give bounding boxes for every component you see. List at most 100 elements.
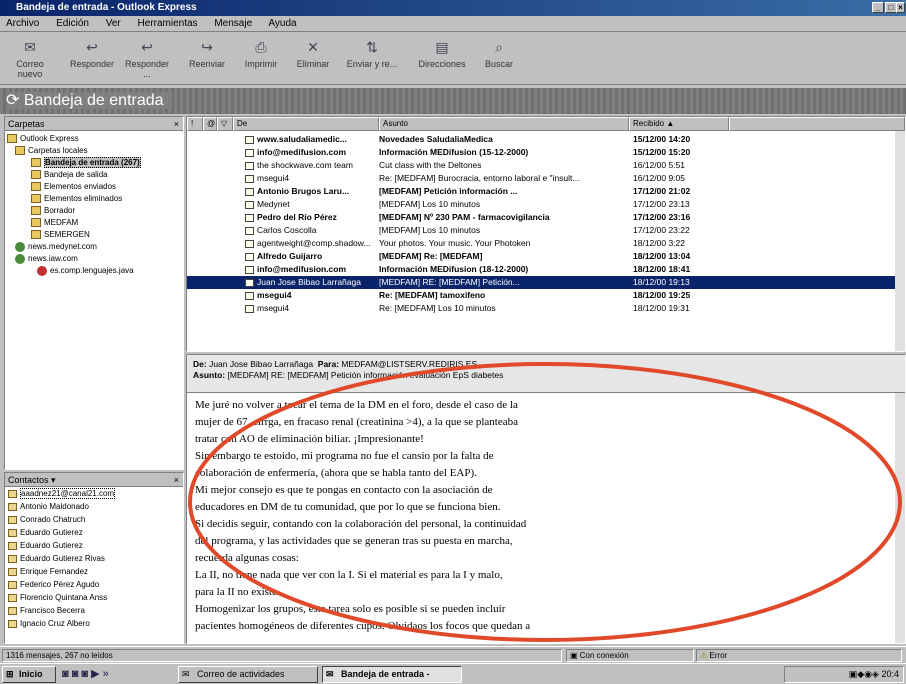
- forward-button[interactable]: ↪ Reenviar: [184, 35, 230, 81]
- column-subject[interactable]: Asunto: [379, 117, 629, 131]
- contact-item[interactable]: aaadnez21@canal21.com: [5, 487, 183, 500]
- message-row[interactable]: agentweight@comp.shadow... Your photos. Y…: [187, 237, 905, 250]
- windows-logo-icon: ⊞: [6, 669, 14, 679]
- menu-ayuda[interactable]: Ayuda: [268, 18, 296, 29]
- message-row[interactable]: msegui4 Re: [MEDFAM] tamoxifeno 18/12/00 1…: [187, 289, 905, 302]
- folder-item[interactable]: es.comp.lenguajes.java: [5, 265, 183, 277]
- forward-icon: ↪: [201, 39, 213, 55]
- system-tray: ▣◆◉◈ 20:4: [784, 666, 904, 683]
- folder-item[interactable]: Outlook Express: [5, 133, 183, 145]
- message-row[interactable]: the shockwave.com team Cut class with the…: [187, 159, 905, 172]
- contact-item[interactable]: Florencio Quintana Anss: [5, 591, 183, 604]
- message-list: ! @ ▽ De Asunto Recibido ▲ www.saludalia…: [186, 116, 906, 352]
- envelope-icon: [245, 174, 254, 183]
- contact-item[interactable]: Francisco Becerra: [5, 604, 183, 617]
- folder-item[interactable]: news.medynet.com: [5, 241, 183, 253]
- flag-column[interactable]: ▽: [217, 117, 233, 131]
- message-from: Medynet: [245, 198, 373, 211]
- start-button[interactable]: ⊞ Inicio: [2, 666, 56, 683]
- folder-item[interactable]: Borrador: [5, 205, 183, 217]
- message-from: info@medifusion.com: [245, 263, 373, 276]
- folder-item[interactable]: Bandeja de salida: [5, 169, 183, 181]
- message-row[interactable]: msegui4 Re: [MEDFAM] Los 10 minutos 18/12/…: [187, 302, 905, 315]
- task-bandeja[interactable]: ✉ Bandeja de entrada -: [322, 666, 462, 683]
- contact-card-icon: [8, 580, 17, 589]
- message-date: 15/12/00 15:20: [633, 147, 691, 157]
- status-connection: ▣ Con conexión: [566, 649, 694, 662]
- menu-edicion[interactable]: Edición: [56, 18, 89, 29]
- message-row[interactable]: www.saludaliamedic... Novedades Saludalia…: [187, 133, 905, 146]
- close-icon[interactable]: ×: [174, 473, 179, 487]
- envelope-icon: [245, 291, 254, 300]
- message-list-scrollbar[interactable]: [895, 131, 905, 351]
- message-from: msegui4: [245, 302, 373, 315]
- contact-item[interactable]: Ignacio Cruz Albero: [5, 617, 183, 630]
- message-row[interactable]: Antonio Brugos Laru... [MEDFAM] Petición …: [187, 185, 905, 198]
- folder-item[interactable]: Elementos enviados: [5, 181, 183, 193]
- message-date: 18/12/00 13:04: [633, 251, 691, 261]
- menu-ver[interactable]: Ver: [106, 18, 121, 29]
- message-from: Carlos Coscolla: [245, 224, 373, 237]
- delete-button[interactable]: ✕ Eliminar: [290, 35, 336, 81]
- contact-item[interactable]: Enrique Fernandez: [5, 565, 183, 578]
- contact-item[interactable]: Eduardo Gutierez: [5, 539, 183, 552]
- folder-item[interactable]: Elementos eliminados: [5, 193, 183, 205]
- menu-archivo[interactable]: Archivo: [6, 18, 39, 29]
- message-row[interactable]: msegui4 Re: [MEDFAM] Burocracia, entorno …: [187, 172, 905, 185]
- folder-item[interactable]: MEDFAM: [5, 217, 183, 229]
- address-book-button[interactable]: ▤ Direcciones: [414, 35, 470, 81]
- task-correo[interactable]: ✉ Correo de actividades: [178, 666, 318, 683]
- status-error[interactable]: ⚠ Error: [696, 649, 902, 662]
- message-row[interactable]: Juan Jose Bibao Larrañaga [MEDFAM] RE: [M…: [187, 276, 905, 289]
- message-date: 17/12/00 23:22: [633, 225, 690, 235]
- send-receive-button[interactable]: ⇅ Enviar y re...: [342, 35, 402, 81]
- message-subject: Información MEDifusion (15-12-2000): [379, 147, 529, 157]
- column-from[interactable]: De: [233, 117, 379, 131]
- folder-item[interactable]: Carpetas locales: [5, 145, 183, 157]
- contact-item[interactable]: Antonio Maldonado: [5, 500, 183, 513]
- reply-all-button[interactable]: ↩ Responder ...: [120, 35, 174, 81]
- outbox-icon: [31, 170, 41, 180]
- column-received[interactable]: Recibido ▲: [629, 117, 729, 131]
- message-row[interactable]: Medynet [MEDFAM] Los 10 minutos 17/12/00 2…: [187, 198, 905, 211]
- find-button[interactable]: ⌕ Buscar: [476, 35, 522, 81]
- message-row[interactable]: info@medifusion.com Información MEDifusio…: [187, 263, 905, 276]
- message-row[interactable]: Alfredo Guijarro [MEDFAM] Re: [MEDFAM] 18/…: [187, 250, 905, 263]
- folder-item[interactable]: SEMERGEN: [5, 229, 183, 241]
- contact-card-icon: [8, 619, 17, 628]
- contacts-pane-header[interactable]: Contactos ▾ ×: [5, 473, 183, 487]
- close-icon[interactable]: ×: [174, 117, 179, 131]
- attachment-column[interactable]: @: [203, 117, 217, 131]
- quick-launch[interactable]: ◙ ◙ ◙ ▶ »: [62, 667, 172, 682]
- new-mail-button[interactable]: ✉ Correo nuevo: [4, 35, 56, 81]
- envelope-icon: [245, 148, 254, 157]
- message-from: info@medifusion.com: [245, 146, 373, 159]
- print-button[interactable]: ⎙ Imprimir: [238, 35, 284, 81]
- menu-mensaje[interactable]: Mensaje: [214, 18, 252, 29]
- outlook-icon: ✉: [326, 669, 334, 679]
- minimize-button[interactable]: _: [872, 2, 884, 13]
- message-date: 18/12/00 19:13: [633, 277, 690, 287]
- message-row[interactable]: info@medifusion.com Información MEDifusio…: [187, 146, 905, 159]
- message-row[interactable]: Carlos Coscolla [MEDFAM] Los 10 minutos 17…: [187, 224, 905, 237]
- contact-item[interactable]: Eduardo Gutierez: [5, 526, 183, 539]
- app-icon: ✉: [182, 669, 190, 679]
- contact-card-icon: [8, 567, 17, 576]
- contact-item[interactable]: Federico Pérez Agudo: [5, 578, 183, 591]
- deleted-icon: [31, 194, 41, 204]
- menu-herramientas[interactable]: Herramientas: [138, 18, 198, 29]
- contact-card-icon: [8, 554, 17, 563]
- annotation-ellipse: [188, 362, 902, 642]
- tray-icons[interactable]: ▣◆◉◈: [849, 669, 882, 679]
- inbox-icon: [31, 158, 41, 168]
- message-date: 17/12/00 23:13: [633, 199, 690, 209]
- message-row[interactable]: Pedro del Río Pérez [MEDFAM] Nº 230 PAM -…: [187, 211, 905, 224]
- reply-button[interactable]: ↩ Responder: [66, 35, 118, 81]
- contact-item[interactable]: Eduardo Gutierez Rivas: [5, 552, 183, 565]
- folder-item-inbox[interactable]: Bandeja de entrada (267): [5, 157, 183, 169]
- message-from: Juan Jose Bibao Larrañaga: [245, 276, 373, 289]
- close-button[interactable]: ×: [896, 2, 905, 13]
- priority-column[interactable]: !: [187, 117, 203, 131]
- folder-item[interactable]: news.iaw.com: [5, 253, 183, 265]
- contact-item[interactable]: Conrado Chatruch: [5, 513, 183, 526]
